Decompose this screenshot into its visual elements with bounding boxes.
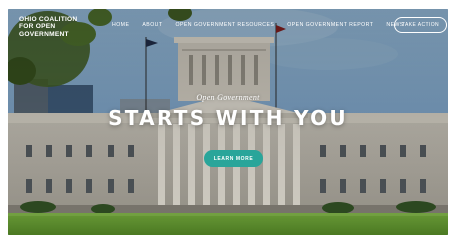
hero-headline: STARTS WITH YOU bbox=[108, 106, 348, 130]
nav-item-open-government-report[interactable]: OPEN GOVERNMENT REPORT bbox=[287, 22, 373, 28]
site-logo[interactable]: OHIO COALITION FOR OPEN GOVERNMENT bbox=[19, 16, 77, 38]
nav-item-about[interactable]: ABOUT bbox=[142, 22, 162, 28]
logo-line-1: OHIO COALITION bbox=[19, 16, 78, 23]
hero-kicker: Open Government bbox=[196, 93, 260, 102]
nav-item-open-government-resources[interactable]: OPEN GOVERNMENT RESOURCES bbox=[176, 22, 275, 28]
top-navigation: OHIO COALITION FOR OPEN GOVERNMENT HOME … bbox=[8, 9, 448, 45]
learn-more-button[interactable]: LEARN MORE bbox=[204, 150, 263, 167]
browser-frame: OHIO COALITION FOR OPEN GOVERNMENT HOME … bbox=[8, 9, 448, 235]
main-menu: HOME ABOUT OPEN GOVERNMENT RESOURCES OPE… bbox=[112, 22, 417, 28]
logo-line-3: GOVERNMENT bbox=[19, 30, 69, 38]
logo-line-2: FOR OPEN bbox=[19, 23, 56, 31]
hero-content: Open Government STARTS WITH YOU bbox=[8, 93, 448, 130]
nav-item-home[interactable]: HOME bbox=[112, 22, 129, 28]
take-action-button[interactable]: TAKE ACTION bbox=[394, 17, 447, 33]
